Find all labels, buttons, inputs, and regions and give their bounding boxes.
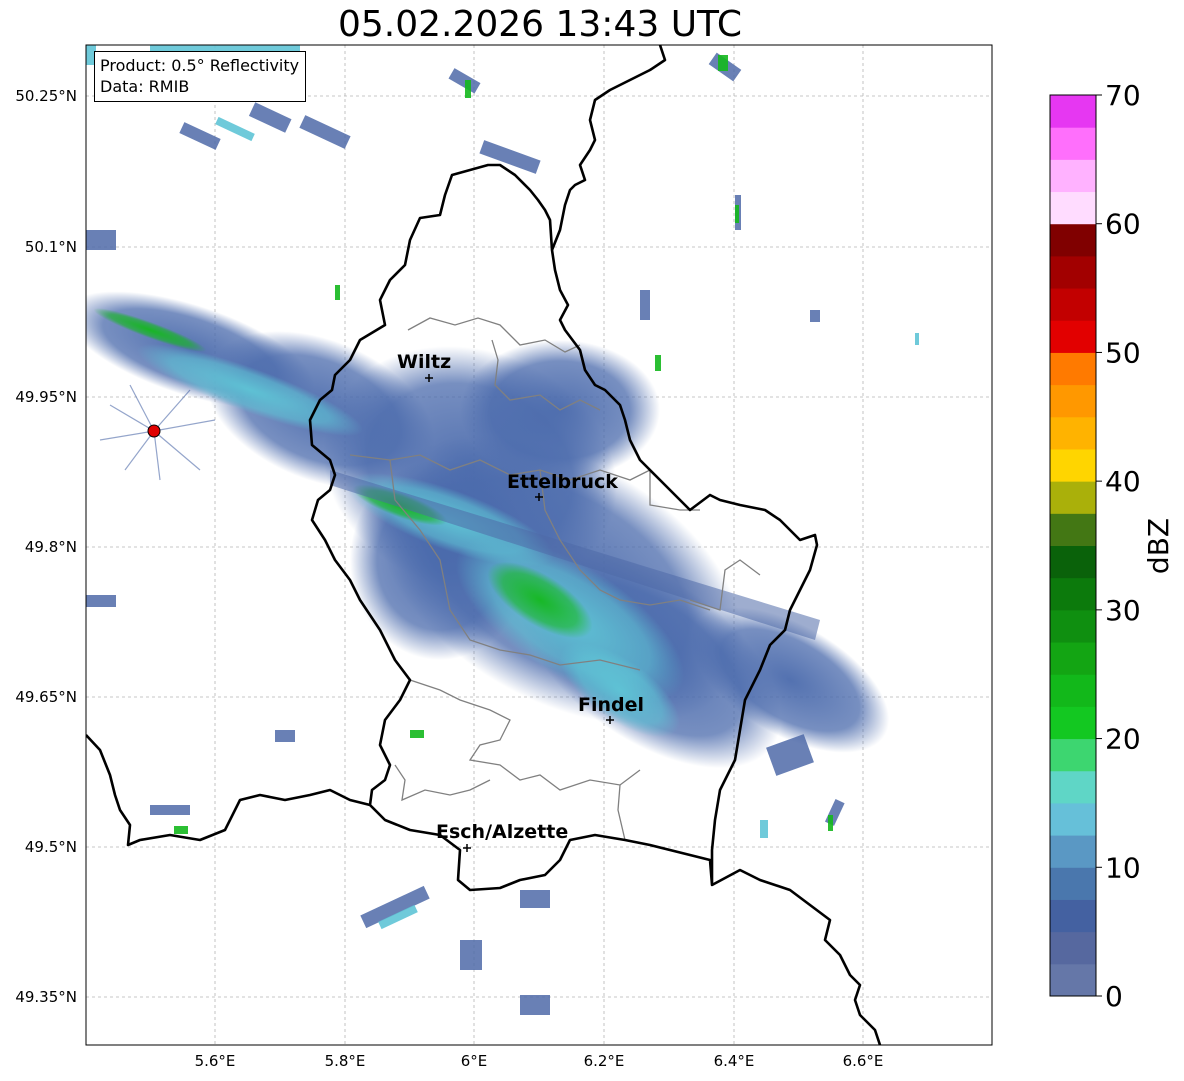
lon-tick-label: 5.8°E — [325, 1052, 366, 1070]
colorbar-swatch — [1050, 963, 1096, 997]
colorbar-swatch — [1050, 288, 1096, 321]
colorbar: 0 10 20 30 40 50 60 70 dBZ — [1049, 79, 1175, 1013]
colorbar-tick-label: 70 — [1105, 79, 1141, 112]
lon-tick-label: 6.6°E — [843, 1052, 884, 1070]
colorbar-swatch — [1050, 545, 1096, 579]
radar-site-marker — [147, 424, 161, 438]
city-label-esch-alzette: Esch/Alzette — [436, 821, 568, 843]
lon-tick-label: 6.2°E — [584, 1052, 625, 1070]
colorbar-swatch — [1050, 931, 1096, 965]
colorbar-swatch — [1050, 352, 1096, 386]
colorbar-swatch — [1050, 577, 1096, 611]
city-label-findel: Findel — [578, 694, 644, 716]
colorbar-swatch — [1050, 95, 1096, 128]
radar-map: Wiltz Ettelbruck Findel Esch/Alzette 5.6… — [15, 44, 1175, 1070]
lat-tick-label: 49.65°N — [15, 688, 77, 706]
colorbar-swatch — [1050, 899, 1096, 933]
colorbar-swatch — [1050, 609, 1096, 643]
colorbar-swatch — [1050, 481, 1096, 514]
lat-tick-labels: 50.25°N 50.1°N 49.95°N 49.8°N 49.65°N 49… — [15, 87, 77, 1006]
lon-tick-label: 5.6°E — [195, 1052, 236, 1070]
colorbar-swatch — [1050, 223, 1096, 257]
colorbar-swatch — [1050, 738, 1096, 772]
lon-tick-label: 6°E — [461, 1052, 488, 1070]
lat-tick-label: 50.1°N — [25, 238, 77, 256]
colorbar-swatch — [1050, 706, 1096, 740]
info-data-source: Data: RMIB — [100, 77, 190, 96]
colorbar-swatch — [1050, 642, 1096, 675]
colorbar-tick-label: 0 — [1105, 980, 1123, 1013]
lat-tick-label: 49.8°N — [25, 538, 77, 556]
lat-tick-label: 50.25°N — [15, 87, 77, 105]
colorbar-swatch — [1050, 416, 1096, 450]
colorbar-label: dBZ — [1142, 518, 1175, 574]
colorbar-swatch — [1050, 513, 1096, 546]
colorbar-tick-label: 50 — [1105, 336, 1141, 369]
colorbar-swatch — [1050, 770, 1096, 804]
colorbar-swatch — [1050, 384, 1096, 418]
info-box: Product: 0.5° Reflectivity Data: RMIB — [94, 51, 307, 102]
lon-tick-label: 6.4°E — [714, 1052, 755, 1070]
colorbar-tick-label: 40 — [1105, 465, 1141, 498]
colorbar-swatch — [1050, 448, 1096, 482]
colorbar-swatch — [1050, 255, 1096, 289]
colorbar-swatch — [1050, 159, 1096, 193]
colorbar-tick-label: 60 — [1105, 208, 1141, 241]
colorbar-tick-label: 10 — [1105, 851, 1141, 884]
colorbar-swatch — [1050, 191, 1096, 225]
colorbar-ticks: 0 10 20 30 40 50 60 70 — [1096, 79, 1141, 1013]
colorbar-swatch — [1050, 320, 1096, 353]
colorbar-swatches — [1050, 95, 1096, 997]
city-label-wiltz: Wiltz — [397, 351, 451, 373]
colorbar-tick-label: 30 — [1105, 594, 1141, 627]
info-product: Product: 0.5° Reflectivity — [100, 56, 300, 75]
colorbar-swatch — [1050, 867, 1096, 900]
colorbar-swatch — [1050, 674, 1096, 707]
lat-tick-label: 49.95°N — [15, 388, 77, 406]
city-label-ettelbruck: Ettelbruck — [507, 471, 618, 493]
colorbar-tick-label: 20 — [1105, 723, 1141, 756]
lat-tick-label: 49.35°N — [15, 988, 77, 1006]
colorbar-swatch — [1050, 127, 1096, 160]
lat-tick-label: 49.5°N — [25, 838, 77, 856]
colorbar-swatch — [1050, 802, 1096, 836]
lon-tick-labels: 5.6°E 5.8°E 6°E 6.2°E 6.4°E 6.6°E — [195, 1052, 884, 1070]
colorbar-swatch — [1050, 835, 1096, 868]
